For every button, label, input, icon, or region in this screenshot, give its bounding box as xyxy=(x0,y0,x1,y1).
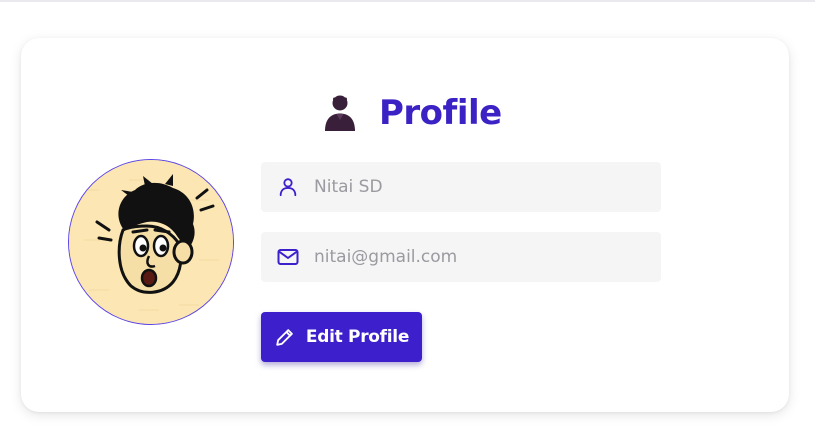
edit-profile-button[interactable]: Edit Profile xyxy=(261,312,422,362)
pencil-icon xyxy=(274,326,296,348)
profile-card: Profile Nitai SD nitai@gmail.com Edit Pr… xyxy=(21,38,789,412)
name-field[interactable] xyxy=(261,162,661,212)
top-divider xyxy=(0,0,815,2)
profile-header: Profile xyxy=(321,92,502,134)
avatar xyxy=(68,159,234,325)
page-title: Profile xyxy=(379,93,502,133)
user-silhouette-icon xyxy=(321,94,359,132)
name-input[interactable] xyxy=(314,177,634,197)
email-field[interactable] xyxy=(261,232,661,282)
email-input[interactable] xyxy=(314,247,634,267)
cartoon-boy-avatar-image xyxy=(69,160,233,324)
user-outline-icon xyxy=(276,175,300,199)
mail-icon xyxy=(276,245,300,269)
edit-profile-label: Edit Profile xyxy=(305,327,410,347)
